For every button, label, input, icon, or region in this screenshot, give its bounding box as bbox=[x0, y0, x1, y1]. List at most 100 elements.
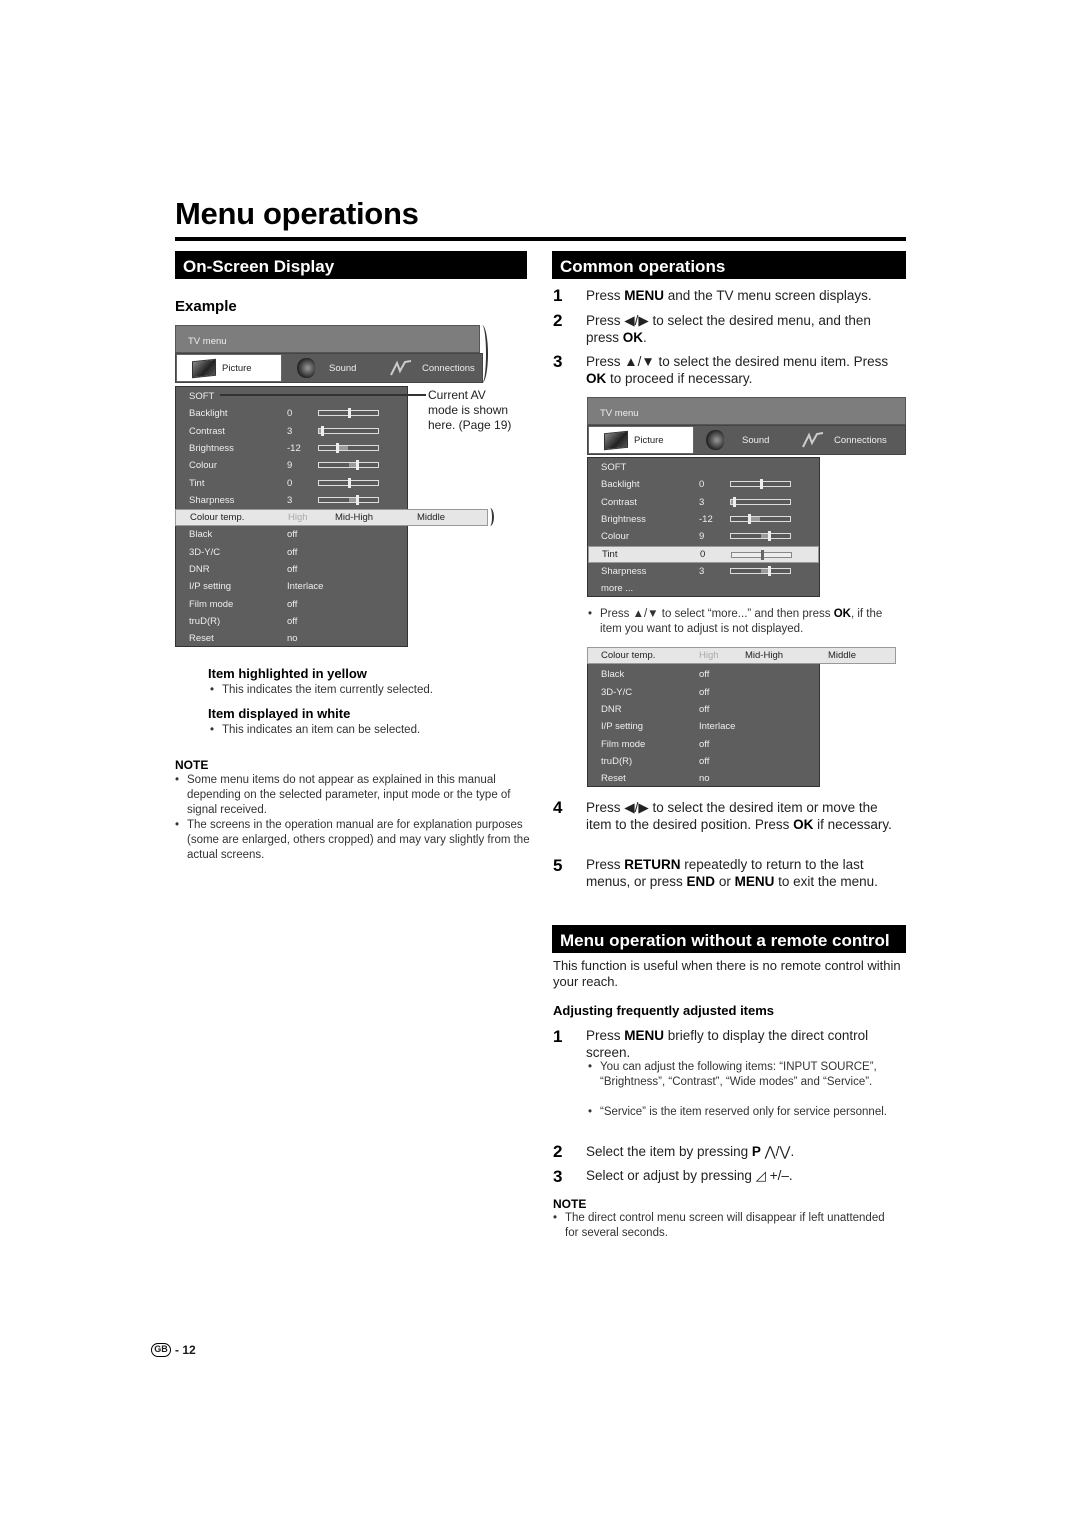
slider-knob[interactable] bbox=[356, 494, 360, 505]
legend-title-yellow: Item highlighted in yellow bbox=[208, 666, 367, 681]
item-name: Brightness bbox=[189, 442, 234, 454]
menu-item-colour[interactable]: Colour 9 bbox=[588, 528, 819, 545]
menu-item-backlight[interactable]: Backlight 0 bbox=[588, 476, 819, 493]
value-slider[interactable] bbox=[731, 549, 792, 560]
menu-item-soft[interactable]: SOFT bbox=[176, 388, 407, 405]
menu-item-brightness[interactable]: Brightness -12 bbox=[176, 440, 407, 457]
menu-item-3d-y-c[interactable]: 3D-Y/C off bbox=[176, 544, 407, 561]
note-heading: NOTE bbox=[175, 758, 209, 772]
option-mid-high: Mid-High bbox=[745, 650, 784, 661]
value-slider[interactable] bbox=[318, 408, 379, 419]
menu-item-backlight[interactable]: Backlight 0 bbox=[176, 405, 407, 422]
section-heading-on-screen-display: On-Screen Display bbox=[175, 251, 527, 279]
slider-knob[interactable] bbox=[347, 477, 351, 488]
menu-item-i-p-setting[interactable]: I/P setting Interlace bbox=[588, 718, 819, 735]
tv-menu-body: Black off 3D-Y/C off DNR off I/P setting Interl… bbox=[587, 647, 820, 787]
item-name: Contrast bbox=[189, 425, 225, 437]
menu-item-tint[interactable]: Tint 0 bbox=[176, 475, 407, 492]
item-name: Sharpness bbox=[189, 494, 235, 506]
callout-line-1: Current AV bbox=[428, 388, 486, 402]
menu-item-tint[interactable]: Tint 0 bbox=[588, 545, 819, 563]
slider-knob[interactable] bbox=[356, 460, 360, 471]
step-text: Select the item by pressing P ⋀/⋁. bbox=[586, 1144, 795, 1159]
menu-item-contrast[interactable]: Contrast 3 bbox=[588, 494, 819, 511]
menu-item-contrast[interactable]: Contrast 3 bbox=[176, 423, 407, 440]
tab-connections[interactable]: Connections bbox=[382, 354, 482, 382]
cropped-edge bbox=[476, 325, 488, 383]
item-name: Tint bbox=[602, 548, 618, 560]
menu-item-sharpness[interactable]: Sharpness 3 bbox=[176, 492, 407, 509]
tab-picture[interactable]: Picture bbox=[588, 426, 694, 454]
more-tip: Press ▲/▼ to select “more...” and then p… bbox=[588, 607, 906, 637]
slider-knob[interactable] bbox=[747, 513, 751, 524]
slider-knob[interactable] bbox=[768, 531, 772, 542]
value-slider[interactable] bbox=[318, 494, 379, 505]
menu-item-brightness[interactable]: Brightness -12 bbox=[588, 511, 819, 528]
tab-label: Picture bbox=[222, 362, 252, 374]
region-badge: GB bbox=[151, 1343, 171, 1357]
menu-item-dnr[interactable]: DNR off bbox=[588, 701, 819, 718]
value-slider[interactable] bbox=[730, 531, 791, 542]
option-mid-high: Mid-High bbox=[335, 512, 374, 523]
menu-item-sharpness[interactable]: Sharpness 3 bbox=[588, 563, 819, 580]
slider-knob[interactable] bbox=[732, 496, 736, 507]
legend-title-white: Item displayed in white bbox=[208, 706, 351, 721]
menu-item-film-mode[interactable]: Film mode off bbox=[176, 596, 407, 613]
item-value: Interlace bbox=[287, 581, 324, 593]
step-bullet: You can adjust the following items: “INP… bbox=[588, 1060, 906, 1090]
tab-sound[interactable]: Sound bbox=[694, 426, 794, 454]
callout-line-3: here. (Page 19) bbox=[428, 418, 512, 432]
item-value: 0 bbox=[287, 477, 293, 489]
tab-label: Connections bbox=[834, 434, 887, 446]
slider-knob[interactable] bbox=[759, 479, 763, 490]
menu-item-trud-r-[interactable]: truD(R) off bbox=[176, 613, 407, 630]
cropped-edge bbox=[486, 508, 494, 526]
item-value: -12 bbox=[287, 442, 301, 454]
menu-item-reset[interactable]: Reset no bbox=[588, 770, 819, 787]
item-name: more ... bbox=[601, 583, 634, 595]
slider-knob[interactable] bbox=[335, 442, 339, 453]
tab-label: Sound bbox=[329, 362, 357, 374]
menu-item-more-[interactable]: more ... bbox=[588, 580, 819, 597]
value-slider[interactable] bbox=[318, 442, 379, 453]
section-heading-common-operations: Common operations bbox=[552, 251, 906, 279]
tab-picture[interactable]: Picture bbox=[176, 354, 282, 382]
tab-connections[interactable]: Connections bbox=[794, 426, 904, 454]
value-slider[interactable] bbox=[730, 496, 791, 507]
menu-item-soft[interactable]: SOFT bbox=[588, 459, 819, 476]
value-slider[interactable] bbox=[730, 513, 791, 524]
step-text: Press MENU and the TV menu screen displa… bbox=[586, 288, 872, 303]
menu-item-i-p-setting[interactable]: I/P setting Interlace bbox=[176, 578, 407, 595]
value-slider[interactable] bbox=[730, 565, 791, 576]
item-name: Brightness bbox=[601, 513, 646, 525]
menu-item-black[interactable]: Black off bbox=[176, 526, 407, 543]
step-text: Press ▲/▼ to select the desired menu ite… bbox=[586, 354, 889, 386]
menu-item-colour-temp[interactable]: Colour temp. High Mid-High Middle bbox=[587, 647, 896, 664]
menu-item-colour[interactable]: Colour 9 bbox=[176, 457, 407, 474]
slider-knob[interactable] bbox=[768, 565, 772, 576]
item-name: 3D-Y/C bbox=[601, 686, 633, 698]
menu-item-black[interactable]: Black off bbox=[588, 666, 819, 683]
tab-label: Picture bbox=[634, 434, 664, 446]
speaker-icon bbox=[297, 358, 315, 378]
step-text: Select or adjust by pressing ◿ +/–. bbox=[586, 1168, 793, 1183]
item-name: Tint bbox=[189, 477, 205, 489]
value-slider[interactable] bbox=[318, 477, 379, 488]
menu-item-3d-y-c[interactable]: 3D-Y/C off bbox=[588, 684, 819, 701]
menu-item-dnr[interactable]: DNR off bbox=[176, 561, 407, 578]
tab-sound[interactable]: Sound bbox=[282, 354, 382, 382]
item-name: Film mode bbox=[189, 598, 234, 610]
menu-item-trud-r-[interactable]: truD(R) off bbox=[588, 753, 819, 770]
step-number: 1 bbox=[553, 1027, 563, 1046]
slider-knob[interactable] bbox=[347, 408, 351, 419]
menu-item-reset[interactable]: Reset no bbox=[176, 630, 407, 647]
slider-knob[interactable] bbox=[320, 425, 324, 436]
value-slider[interactable] bbox=[730, 479, 791, 490]
menu-item-film-mode[interactable]: Film mode off bbox=[588, 736, 819, 753]
note-item: The direct control menu screen will disa… bbox=[553, 1211, 893, 1241]
slider-knob[interactable] bbox=[760, 549, 764, 560]
menu-item-colour-temp[interactable]: Colour temp. High Mid-High Middle bbox=[175, 509, 488, 526]
value-slider[interactable] bbox=[318, 460, 379, 471]
item-name: I/P setting bbox=[601, 721, 644, 733]
value-slider[interactable] bbox=[318, 425, 379, 436]
